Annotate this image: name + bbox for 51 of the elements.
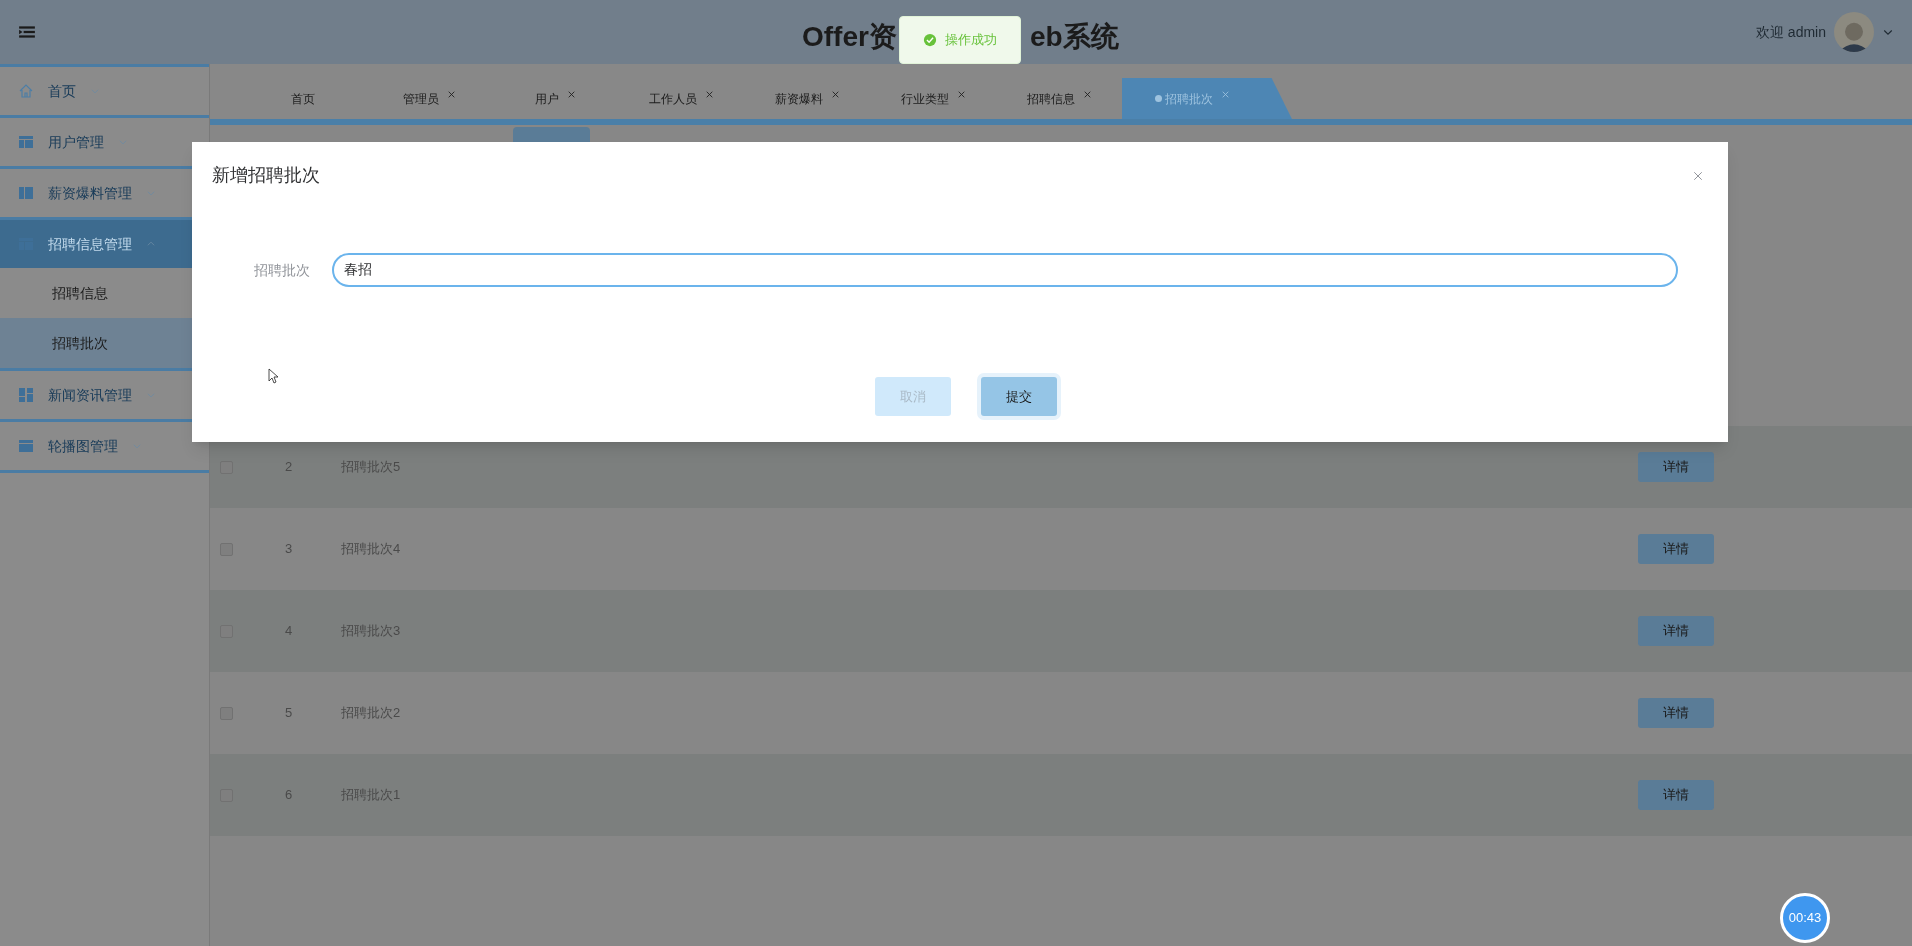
tab[interactable]: 招聘批次 bbox=[1122, 78, 1292, 119]
app-title: eb系统 bbox=[1030, 20, 1119, 54]
details-button[interactable]: 详情 bbox=[1638, 698, 1714, 728]
tab-label: 行业类型 bbox=[900, 90, 949, 108]
avatar[interactable] bbox=[1834, 12, 1874, 52]
menu-icon[interactable] bbox=[18, 23, 36, 41]
timer-badge[interactable]: 00:43 bbox=[1780, 893, 1830, 943]
home-icon bbox=[18, 83, 34, 99]
add-button[interactable] bbox=[513, 127, 590, 143]
close-icon[interactable] bbox=[704, 90, 714, 99]
tab-label: 工作人员 bbox=[648, 90, 697, 108]
close-icon[interactable] bbox=[446, 90, 456, 99]
details-button[interactable]: 详情 bbox=[1638, 616, 1714, 646]
close-icon[interactable] bbox=[1082, 90, 1092, 99]
tab-label: 招聘批次 bbox=[1164, 90, 1213, 108]
close-icon[interactable] bbox=[1692, 169, 1704, 182]
table-cell: 3 bbox=[285, 541, 293, 557]
tab[interactable]: 用户 bbox=[492, 78, 618, 119]
details-button[interactable]: 详情 bbox=[1638, 534, 1714, 564]
field-label: 招聘批次 bbox=[253, 260, 311, 280]
close-icon[interactable] bbox=[956, 90, 966, 99]
dialog-title: 新增招聘批次 bbox=[212, 164, 320, 187]
toast-message: 操作成功 bbox=[945, 31, 997, 50]
tab[interactable]: 管理员 bbox=[366, 78, 492, 119]
success-icon bbox=[923, 33, 937, 47]
tab[interactable]: 工作人员 bbox=[618, 78, 744, 119]
table-cell: 招聘批次4 bbox=[341, 541, 401, 557]
app-title: Offer资 bbox=[802, 20, 897, 54]
table-cell: 5 bbox=[285, 705, 293, 721]
close-icon[interactable] bbox=[830, 90, 840, 99]
details-button[interactable]: 详情 bbox=[1638, 780, 1714, 810]
tab[interactable]: 招聘信息 bbox=[996, 78, 1122, 119]
card-icon bbox=[18, 438, 34, 454]
greeting-text: 欢迎 admin bbox=[1755, 22, 1826, 42]
tab-label: 薪资爆料 bbox=[774, 90, 823, 108]
tab-label: 管理员 bbox=[402, 90, 439, 108]
details-button[interactable]: 详情 bbox=[1638, 452, 1714, 482]
columns-icon bbox=[18, 185, 34, 201]
input-field[interactable]: 春招 bbox=[332, 253, 1678, 287]
grid-icon bbox=[18, 387, 34, 403]
tab-label: 招聘信息 bbox=[1026, 90, 1075, 108]
table-cell: 招聘批次2 bbox=[341, 705, 401, 721]
table-icon bbox=[18, 134, 34, 150]
close-icon[interactable] bbox=[1220, 90, 1230, 99]
tab-label: 用户 bbox=[534, 90, 559, 108]
tab-label: 首页 bbox=[291, 90, 315, 108]
tab[interactable]: 首页 bbox=[240, 78, 366, 119]
tab[interactable]: 薪资爆料 bbox=[744, 78, 870, 119]
close-icon[interactable] bbox=[566, 90, 576, 99]
chevron-up-icon bbox=[146, 239, 156, 249]
tab[interactable]: 行业类型 bbox=[870, 78, 996, 119]
